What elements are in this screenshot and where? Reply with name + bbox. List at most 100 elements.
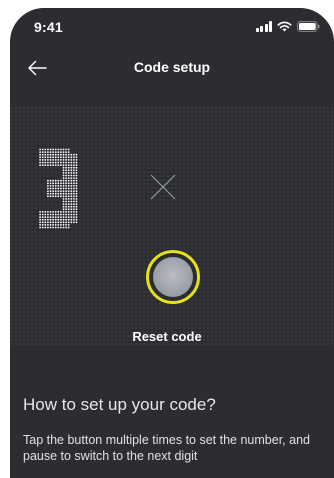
digit-dot [57,156,60,159]
digit-dot [73,205,75,208]
digit-dot [70,164,73,166]
digit-dot [73,218,75,221]
digit-dot [67,172,70,174]
digit-dot [39,161,41,164]
digit-dot [49,216,52,218]
digit-dot [65,185,67,187]
digit-dot [47,190,49,192]
digit-dot [52,161,54,164]
digit-dot [47,185,49,187]
digit-dot [54,185,57,187]
digit-dot [67,153,70,156]
digit-dot [67,213,70,216]
digit-dot [52,148,54,151]
digit-dot [54,224,57,226]
digit-dot [67,198,70,200]
digit-dot [65,174,67,177]
digit-dot [70,192,73,195]
digit-dot [47,226,49,229]
digit-dot [73,187,75,190]
digit-dot [39,221,41,224]
digit-dot [41,151,44,153]
digit-dot [65,177,67,179]
digit-dot [44,221,47,224]
digit-dot [47,156,49,159]
digit-dot [67,161,70,164]
digit-dot [57,192,60,195]
status-bar: 9:41 [10,8,334,44]
digit-dot [62,166,65,169]
digit-dot [52,192,54,195]
digit-dot [60,185,62,187]
digit-dot [47,218,49,221]
digit-dot [39,159,41,161]
reset-code-button[interactable] [146,250,200,304]
digit-dot [73,153,75,156]
digit-dot [67,200,70,203]
digit-dot [52,213,54,216]
digit-dot [75,221,78,224]
digit-dot [49,218,52,221]
digit-dot [65,205,67,208]
digit-dot [70,159,73,161]
digit-dot [41,211,44,213]
digit-dot [65,218,67,221]
digit-dot [47,216,49,218]
digit-dot [60,182,62,185]
digit-dot [62,190,65,192]
digit-dot [73,195,75,198]
digit-dot [44,159,47,161]
digit-dot [39,164,41,166]
digit-dot [54,221,57,224]
digit-dot [44,156,47,159]
digit-dot [54,211,57,213]
digit-dot [49,185,52,187]
digit-dot [65,187,67,190]
digit-dot [62,153,65,156]
digit-dot [73,174,75,177]
digit-dot [65,169,67,172]
digit-dot [73,216,75,218]
signal-icon [255,21,272,32]
digit-dot [67,190,70,192]
digit-dot [67,211,70,213]
digit-dot [41,213,44,216]
digit-dot [62,213,65,216]
digit-dot [62,169,65,172]
digit-dot [49,226,52,229]
digit-dot [67,218,70,221]
digit-dot [75,185,78,187]
digit-dot [67,166,70,169]
digit-dot [60,224,62,226]
digit-dot [62,218,65,221]
instructions-body: Tap the button multiple times to set the… [23,433,310,463]
digit-dot [75,195,78,198]
digit-dot [62,208,65,211]
digit-dot [52,221,54,224]
digit-dot [41,148,44,151]
digit-dot [65,159,67,161]
digit-dot [67,208,70,211]
digit-dot [65,151,67,153]
digit-dot [62,172,65,174]
digit-dot [65,208,67,211]
digit-dot [54,159,57,161]
digit-dot [67,174,70,177]
digit-dot [75,164,78,166]
code-digit-1: 3 [39,148,78,229]
digit-dot [67,224,70,226]
digit-dot [67,205,70,208]
digit-dot [57,185,60,187]
digit-dot [54,156,57,159]
digit-dot [65,164,67,166]
digit-dot [57,216,60,218]
digit-dot [62,177,65,179]
digit-dot [67,179,70,182]
digit-dot [60,159,62,161]
digit-dot [73,182,75,185]
digit-dot [62,224,65,226]
digit-dot [70,195,73,198]
digit-dot [52,153,54,156]
digit-dot [62,205,65,208]
battery-icon [297,21,320,32]
